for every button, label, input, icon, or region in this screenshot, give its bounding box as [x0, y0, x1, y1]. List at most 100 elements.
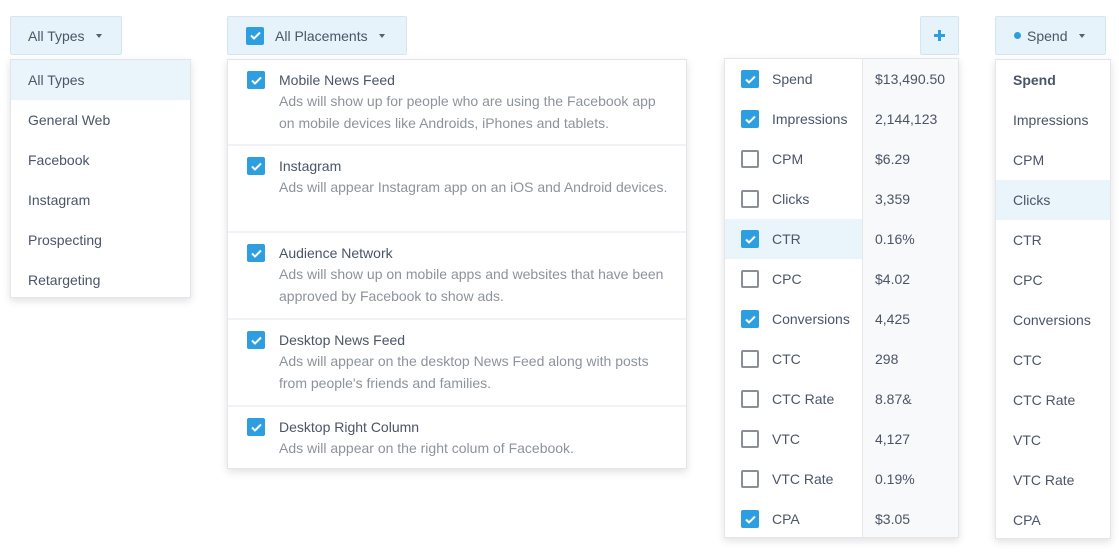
placement-option[interactable]: Desktop Right Column Ads will appear on …	[228, 407, 686, 467]
metric-row[interactable]: CTR	[725, 219, 862, 259]
placement-checkbox[interactable]	[247, 331, 265, 349]
metric-checkbox[interactable]	[741, 70, 759, 88]
check-icon	[250, 76, 262, 85]
metric-label: VTC Rate	[772, 471, 834, 487]
check-icon	[250, 249, 262, 258]
types-dropdown-label: All Types	[28, 27, 85, 44]
metric-row[interactable]: CTC	[725, 339, 862, 379]
metric-checkbox[interactable]	[741, 110, 759, 128]
check-icon	[744, 75, 756, 84]
placement-title: Mobile News Feed	[279, 72, 395, 88]
metric-label: Clicks	[772, 191, 810, 207]
placement-description: Ads will show up for people who are usin…	[279, 93, 656, 131]
types-option[interactable]: Retargeting	[11, 260, 190, 300]
placements-dropdown-label: All Placements	[275, 27, 368, 44]
placement-option[interactable]: Mobile News Feed Ads will show up for pe…	[228, 60, 686, 146]
metric-value: 3,359	[875, 191, 911, 207]
metric-row[interactable]: CPM	[725, 139, 862, 179]
metric-label: Spend	[772, 71, 813, 87]
types-dropdown-button[interactable]: All Types	[10, 16, 122, 55]
metric-label: Conversions	[772, 311, 850, 327]
placement-checkbox[interactable]	[247, 418, 265, 436]
metric-checkbox[interactable]	[741, 310, 759, 328]
metric-label: CTR	[772, 231, 801, 247]
metric-row[interactable]: VTC Rate	[725, 459, 862, 499]
metrics-checklist: Spend Impressions CPM Clicks CTR CPC Conversio…	[725, 59, 863, 537]
metric-label: CTC	[772, 351, 801, 367]
all-placements-checkbox[interactable]	[246, 26, 264, 45]
metric-row[interactable]: CPC	[725, 259, 862, 299]
metric-checkbox[interactable]	[741, 470, 759, 488]
metric-selector-option[interactable]: Clicks	[996, 180, 1110, 220]
metric-selector-menu: Spend Impressions CPM Clicks CTR CPC Conversio…	[995, 59, 1111, 539]
metric-selector-option[interactable]: Conversions	[996, 300, 1110, 340]
metric-checkbox[interactable]	[741, 390, 759, 408]
metric-checkbox[interactable]	[741, 270, 759, 288]
metric-label: VTC	[772, 431, 800, 447]
types-option[interactable]: All Types	[11, 60, 190, 100]
metric-checkbox[interactable]	[741, 350, 759, 368]
placement-title: Audience Network	[279, 245, 393, 261]
placement-option[interactable]: Instagram Ads will appear Instagram app …	[228, 146, 686, 233]
check-icon	[250, 423, 262, 432]
metric-value: $3.05	[875, 511, 911, 527]
metric-checkbox[interactable]	[741, 150, 759, 168]
metric-checkbox[interactable]	[741, 230, 759, 248]
placement-description: Ads will appear on the desktop News Feed…	[279, 353, 649, 391]
metric-row[interactable]: CPA	[725, 499, 862, 539]
placement-checkbox[interactable]	[247, 157, 265, 175]
placements-dropdown-button[interactable]: All Placements	[227, 16, 407, 55]
metric-selector-option[interactable]: VTC Rate	[996, 460, 1110, 500]
check-icon	[744, 515, 756, 524]
metric-selector-option[interactable]: CTR	[996, 220, 1110, 260]
metric-selector-option[interactable]: CTC	[996, 340, 1110, 380]
metric-value: $6.29	[875, 151, 911, 167]
placement-option[interactable]: Desktop News Feed Ads will appear on the…	[228, 320, 686, 407]
metric-selector-button[interactable]: Spend	[995, 16, 1106, 55]
placement-checkbox[interactable]	[247, 71, 265, 89]
types-option[interactable]: Prospecting	[11, 220, 190, 260]
metric-selector-option[interactable]: Impressions	[996, 100, 1110, 140]
metric-selector-option[interactable]: CPA	[996, 500, 1110, 540]
metric-row[interactable]: VTC	[725, 419, 862, 459]
check-icon	[249, 31, 261, 40]
metric-checkbox[interactable]	[741, 190, 759, 208]
check-icon	[744, 315, 756, 324]
types-option[interactable]: General Web	[11, 100, 190, 140]
metric-value: 2,144,123	[875, 111, 938, 127]
metric-checkbox[interactable]	[741, 430, 759, 448]
metric-value: 8.87&	[875, 391, 912, 407]
metric-selector-option[interactable]: CTC Rate	[996, 380, 1110, 420]
placement-title: Desktop News Feed	[279, 332, 406, 348]
caret-down-icon	[95, 33, 102, 38]
metric-selector-option[interactable]: VTC	[996, 420, 1110, 460]
caret-down-icon	[378, 33, 385, 38]
types-option[interactable]: Instagram	[11, 180, 190, 220]
metric-label: CPC	[772, 271, 802, 287]
metric-label: CPM	[772, 151, 804, 167]
add-metric-button[interactable]	[920, 16, 959, 55]
metric-row[interactable]: Impressions	[725, 99, 862, 139]
metric-selector-option[interactable]: Spend	[996, 60, 1110, 100]
metric-value: 4,127	[875, 431, 911, 447]
placement-checkbox[interactable]	[247, 244, 265, 262]
metric-row[interactable]: Clicks	[725, 179, 862, 219]
metric-row[interactable]: Conversions	[725, 299, 862, 339]
metric-checkbox[interactable]	[741, 510, 759, 528]
metric-value: 0.16%	[875, 231, 915, 247]
metric-label: Impressions	[772, 111, 848, 127]
metric-label: CPA	[772, 511, 800, 527]
placement-title: Desktop Right Column	[279, 419, 420, 435]
metric-row[interactable]: Spend	[725, 59, 862, 99]
placement-option[interactable]: Audience Network Ads will show up on mob…	[228, 233, 686, 320]
metric-value: 4,425	[875, 311, 911, 327]
metric-selector-option[interactable]: CPC	[996, 260, 1110, 300]
check-icon	[744, 235, 756, 244]
metric-value: 0.19%	[875, 471, 915, 487]
plus-icon	[934, 30, 945, 41]
check-icon	[250, 336, 262, 345]
types-option[interactable]: Facebook	[11, 140, 190, 180]
metric-selector-option[interactable]: CPM	[996, 140, 1110, 180]
metric-row[interactable]: CTC Rate	[725, 379, 862, 419]
metric-selector-label: Spend	[1027, 27, 1068, 44]
